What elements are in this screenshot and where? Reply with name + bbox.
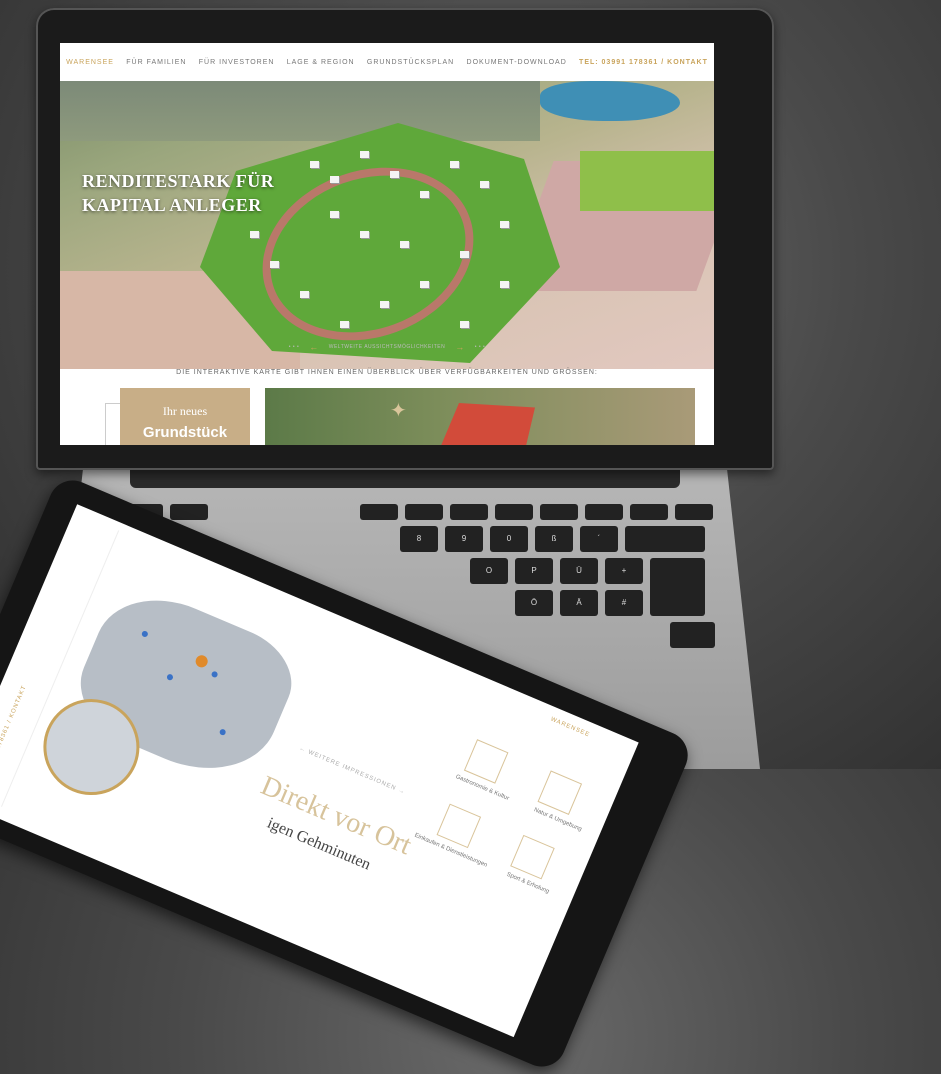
key <box>170 504 208 520</box>
nav-item-grundstuecksplan[interactable]: GRUNDSTÜCKSPLAN <box>367 59 454 66</box>
top-navigation: WARENSEE FÜR FAMILIEN FÜR INVESTOREN LAG… <box>60 43 714 81</box>
key-backspace <box>625 526 705 552</box>
key <box>540 504 578 520</box>
key: 9 <box>445 526 483 552</box>
map-marker[interactable] <box>210 670 219 679</box>
nav-item-lage-region[interactable]: LAGE & REGION <box>287 59 355 66</box>
house <box>420 191 429 198</box>
card-line2: Grundstück <box>142 424 228 441</box>
hero-image: RENDITESTARK FÜR KAPITAL ANLEGER <box>60 81 714 369</box>
map-intro-text: DIE INTERAKTIVE KARTE GIBT IHNEN EINEN Ü… <box>176 369 598 376</box>
tablet-pager: ← WEITERE IMPRESSIONEN → <box>298 746 406 796</box>
key: 0 <box>490 526 528 552</box>
prev-arrow-icon[interactable]: ← <box>298 746 307 754</box>
pager-text: WELTWEITE AUSSICHTSMÖGLICHKEITEN <box>328 344 446 350</box>
house <box>300 291 309 298</box>
house <box>390 171 399 178</box>
plot-card[interactable]: Ihr neues Grundstück <box>120 388 250 445</box>
map-marker[interactable] <box>218 728 227 737</box>
slider-pager: • • • ← WELTWEITE AUSSICHTSMÖGLICHKEITEN… <box>60 337 714 357</box>
laptop: esc ^ 1 8 9 0 ß ´ →| O P Ü + ⇪ Ö Ä # WAR… <box>0 0 941 1074</box>
house <box>500 281 509 288</box>
house <box>400 241 409 248</box>
key: Ä <box>560 590 598 616</box>
nav-item-warensee[interactable]: WARENSEE <box>66 59 114 66</box>
wellness-icon <box>510 834 555 880</box>
hero-title-line2: KAPITAL ANLEGER <box>82 195 262 215</box>
key <box>405 504 443 520</box>
map-marker[interactable] <box>140 630 149 638</box>
key <box>450 504 488 520</box>
nature-icon <box>537 770 583 815</box>
field <box>580 151 714 211</box>
key-shift <box>670 622 715 648</box>
lake <box>540 81 680 121</box>
nav-item-fuer-investoren[interactable]: FÜR INVESTOREN <box>199 59 275 66</box>
laptop-screen: WARENSEE FÜR FAMILIEN FÜR INVESTOREN LAG… <box>60 43 714 445</box>
key <box>630 504 668 520</box>
key: P <box>515 558 553 584</box>
key-power <box>675 504 713 520</box>
key: ß <box>535 526 573 552</box>
next-arrow-icon[interactable]: → <box>397 788 406 796</box>
house <box>450 161 459 168</box>
tablet-logo: WARENSEE <box>549 716 591 739</box>
house <box>360 151 369 158</box>
house <box>480 181 489 188</box>
key: Ü <box>560 558 598 584</box>
tablet-pager-text: WEITERE IMPRESSIONEN <box>307 749 397 793</box>
prev-arrow-icon[interactable]: ← <box>309 342 319 352</box>
house <box>460 251 469 258</box>
village-area <box>60 81 540 141</box>
pager-dots: • • • <box>288 344 300 350</box>
location-pin-icon[interactable] <box>193 653 210 670</box>
plot-area[interactable] <box>440 403 535 445</box>
house <box>310 161 319 168</box>
icon-label: Natur & Umgebung <box>532 807 583 833</box>
key: + <box>605 558 643 584</box>
nav-item-fuer-familien[interactable]: FÜR FAMILIEN <box>126 59 186 66</box>
house <box>500 221 509 228</box>
card-line1: Ihr neues <box>162 404 208 418</box>
key: 8 <box>400 526 438 552</box>
hero-title: RENDITESTARK FÜR KAPITAL ANLEGER <box>82 169 342 217</box>
key-return <box>650 558 705 616</box>
shopping-icon <box>436 803 482 849</box>
house <box>360 231 369 238</box>
map-marker[interactable] <box>166 673 174 682</box>
key: # <box>605 590 643 616</box>
house <box>270 261 279 268</box>
nav-item-dokument-download[interactable]: DOKUMENT-DOWNLOAD <box>467 59 567 66</box>
key: O <box>470 558 508 584</box>
key <box>360 504 398 520</box>
house <box>250 231 259 238</box>
key: ´ <box>580 526 618 552</box>
nav-contact-link[interactable]: TEL: 03991 178361 / KONTAKT <box>579 59 708 66</box>
card-border <box>105 403 120 445</box>
house <box>420 281 429 288</box>
pager-dots: • • • <box>474 344 486 350</box>
house <box>460 321 469 328</box>
key <box>495 504 533 520</box>
compass-icon: ✦ <box>390 400 407 422</box>
house <box>380 301 389 308</box>
gastronomy-icon <box>463 739 509 784</box>
key <box>585 504 623 520</box>
next-arrow-icon[interactable]: → <box>455 342 465 352</box>
key: Ö <box>515 590 553 616</box>
interactive-map[interactable]: ✦ <box>265 388 695 445</box>
house <box>340 321 349 328</box>
hero-title-line1: RENDITESTARK FÜR <box>82 171 275 191</box>
